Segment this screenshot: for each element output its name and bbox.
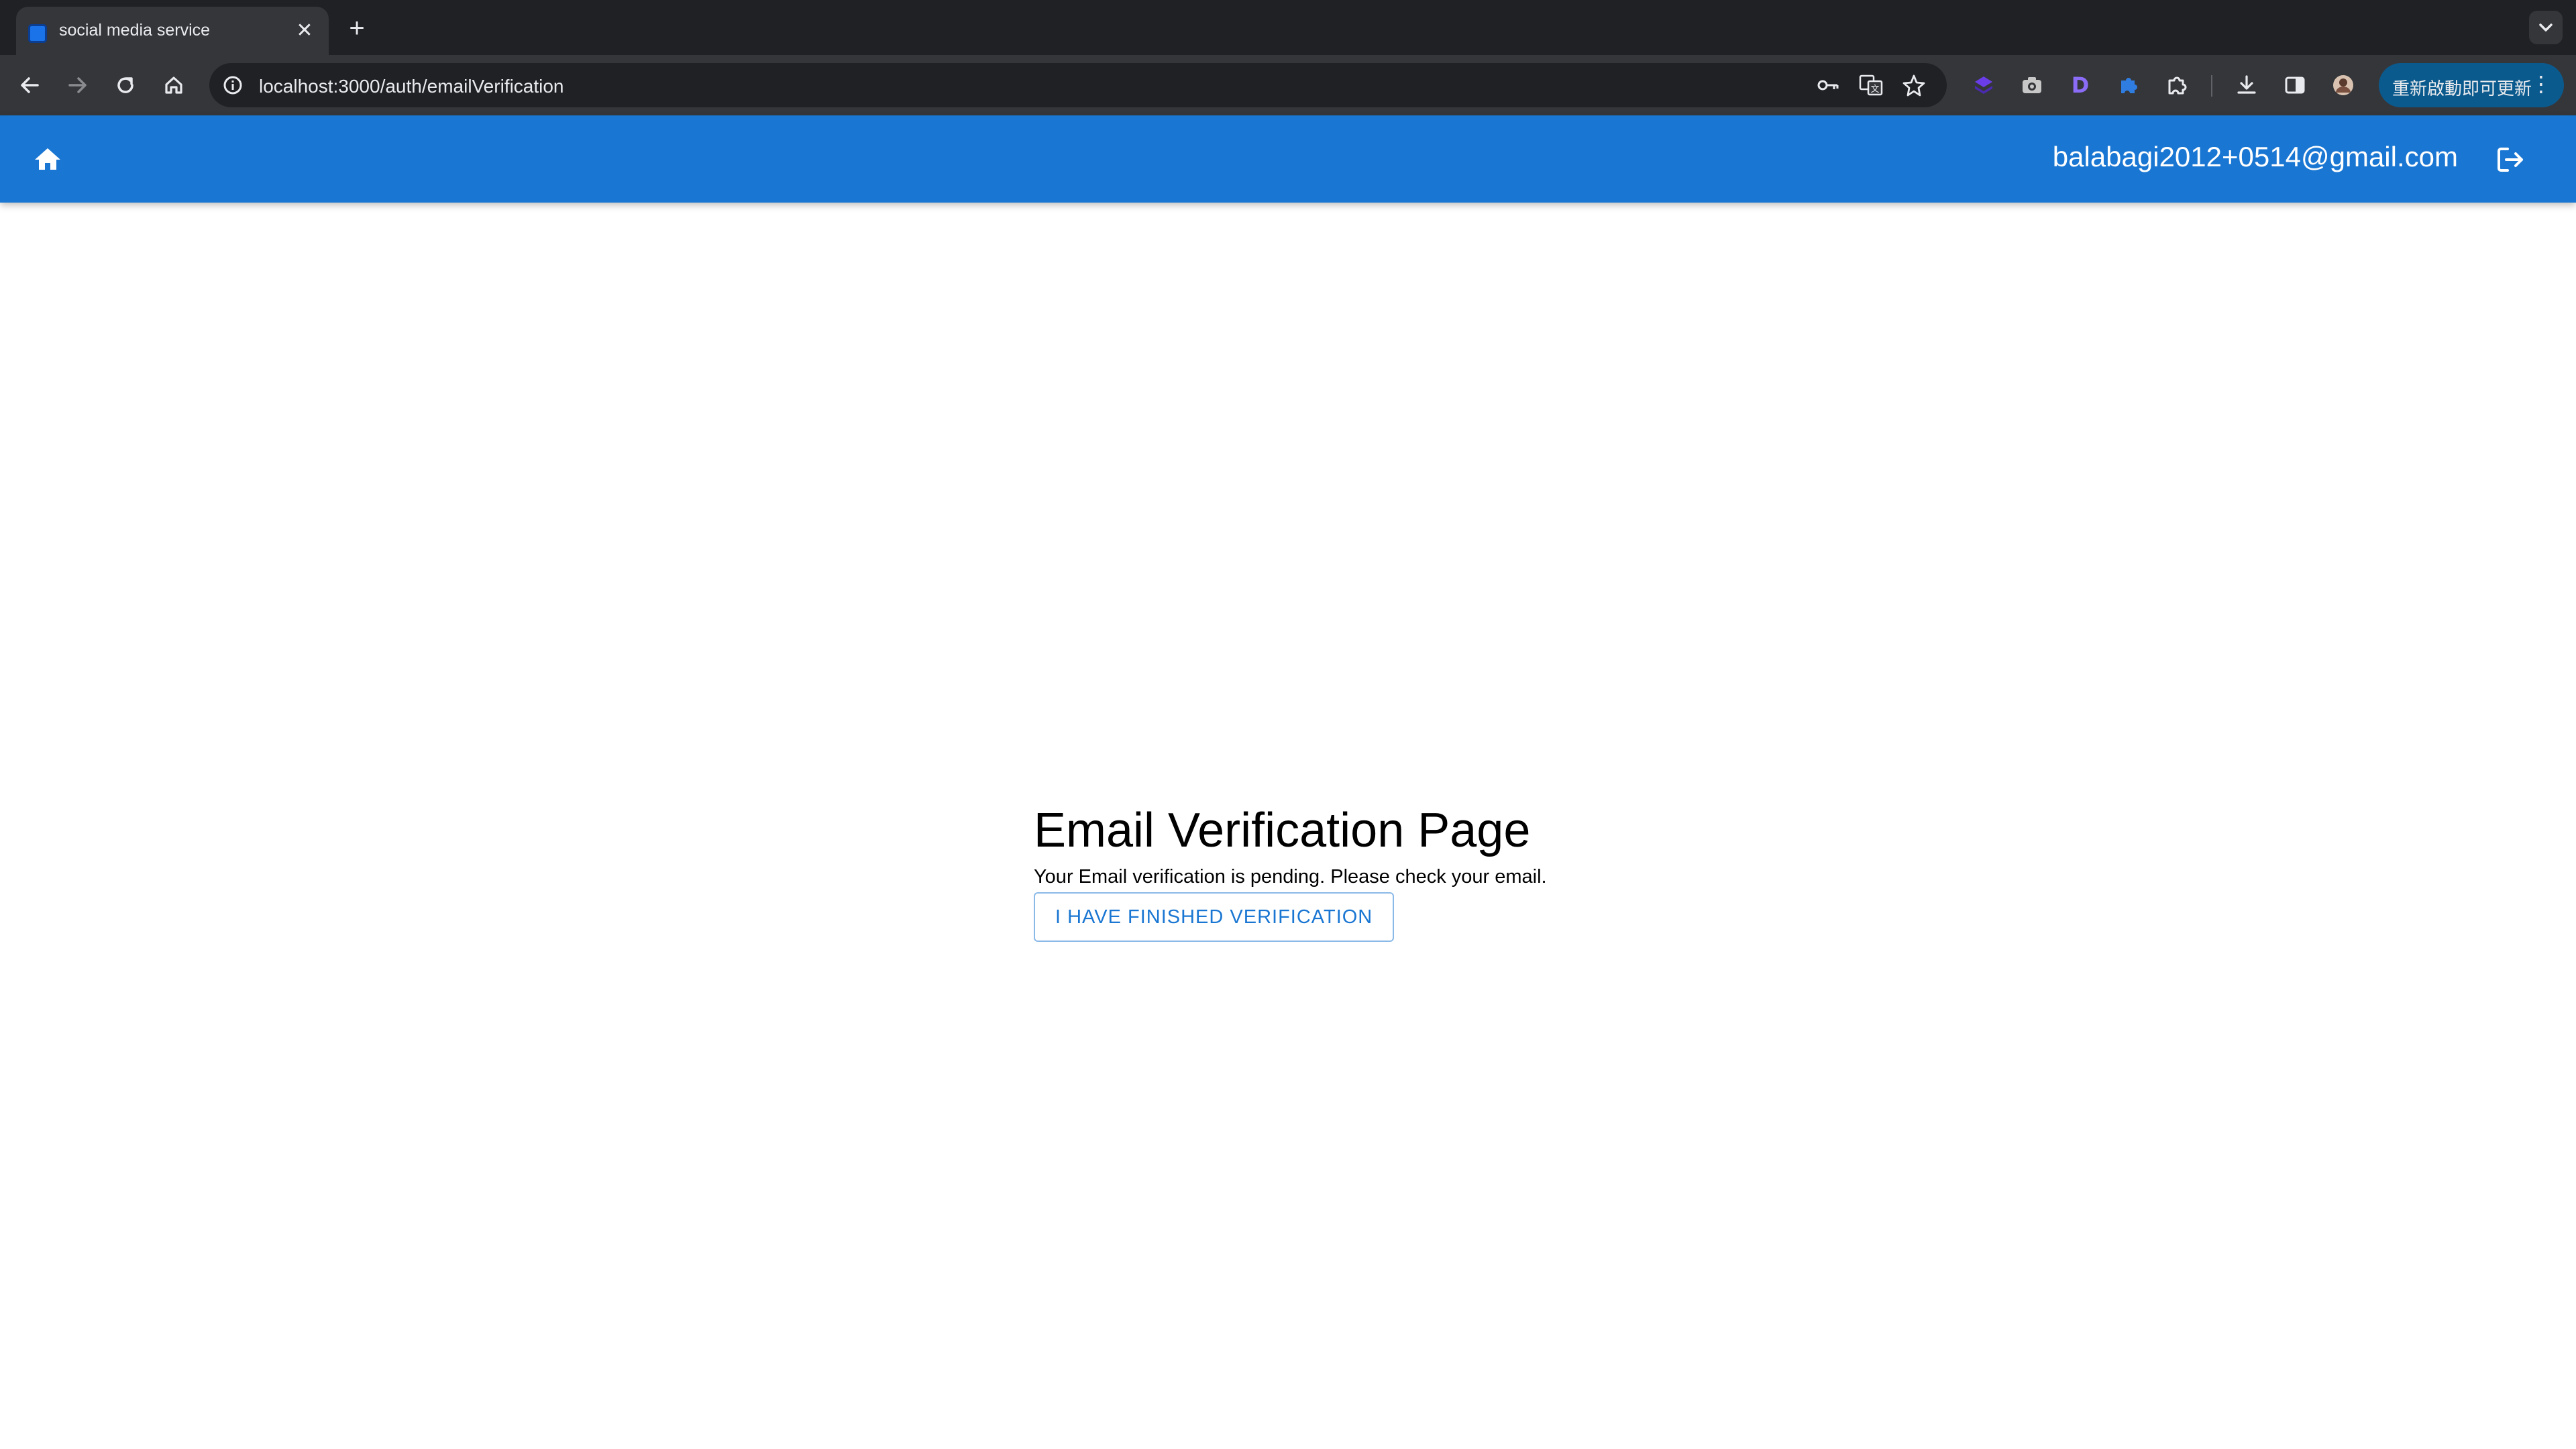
verification-panel: Email Verification Page Your Email verif… — [1034, 800, 1638, 942]
back-button[interactable] — [13, 68, 47, 102]
home-outline-icon — [165, 76, 182, 94]
relaunch-update-button[interactable]: 重新啟動即可更新 ⋮ — [2379, 63, 2564, 107]
app-favicon-icon — [28, 24, 47, 43]
reload-button[interactable] — [109, 68, 142, 102]
extension-stack-icon[interactable] — [1967, 68, 2000, 102]
home-icon — [35, 148, 60, 170]
svg-text:D: D — [2072, 72, 2090, 98]
tab-search-button[interactable] — [2529, 11, 2563, 44]
password-key-icon[interactable] — [1814, 72, 1842, 99]
toolbar-divider — [2211, 75, 2212, 97]
home-button[interactable] — [31, 142, 64, 176]
reload-icon — [117, 77, 133, 93]
profile-avatar[interactable] — [2326, 68, 2360, 102]
browser-tab[interactable]: social media service ✕ — [16, 7, 329, 55]
arrow-right-icon — [68, 77, 87, 93]
browser-toolbar: localhost:3000/auth/emailVerification 文 … — [0, 55, 2576, 115]
arrow-left-icon — [21, 77, 39, 93]
forward-button[interactable] — [60, 68, 94, 102]
tab-title: social media service — [59, 21, 211, 40]
browser-home-button[interactable] — [157, 68, 191, 102]
page-title: Email Verification Page — [1034, 804, 1531, 857]
d-extension-icon[interactable]: D — [2063, 68, 2097, 102]
downloads-icon[interactable] — [2230, 68, 2263, 102]
extensions-puzzle-icon[interactable] — [2160, 68, 2194, 102]
camera-extension-icon[interactable] — [2015, 68, 2049, 102]
puzzle-blue-extension-icon[interactable] — [2112, 68, 2145, 102]
update-label: 重新啟動即可更新 — [2392, 78, 2532, 99]
new-tab-icon[interactable]: + — [342, 13, 372, 43]
logout-button[interactable] — [2493, 142, 2528, 177]
address-bar[interactable]: localhost:3000/auth/emailVerification 文 — [209, 63, 1947, 107]
browser-tab-strip: social media service ✕ + — [0, 0, 2576, 55]
logout-icon — [2498, 148, 2523, 172]
user-email: balabagi2012+0514@gmail.com — [2052, 141, 2458, 172]
finished-verification-button[interactable]: I HAVE FINISHED VERIFICATION — [1034, 892, 1395, 942]
translate-icon[interactable]: 文 — [1857, 72, 1885, 99]
verification-message: Your Email verification is pending. Plea… — [1034, 866, 1547, 888]
bookmark-star-icon[interactable] — [1900, 72, 1928, 99]
more-vert-icon: ⋮ — [2530, 72, 2552, 96]
svg-text:文: 文 — [1870, 85, 1879, 95]
url-text: localhost:3000/auth/emailVerification — [259, 76, 564, 97]
side-panel-icon[interactable] — [2278, 68, 2312, 102]
chevron-down-icon — [2539, 23, 2553, 32]
app-header: balabagi2012+0514@gmail.com — [0, 115, 2576, 203]
close-tab-icon[interactable]: ✕ — [292, 19, 317, 43]
site-info-icon[interactable] — [219, 71, 247, 99]
